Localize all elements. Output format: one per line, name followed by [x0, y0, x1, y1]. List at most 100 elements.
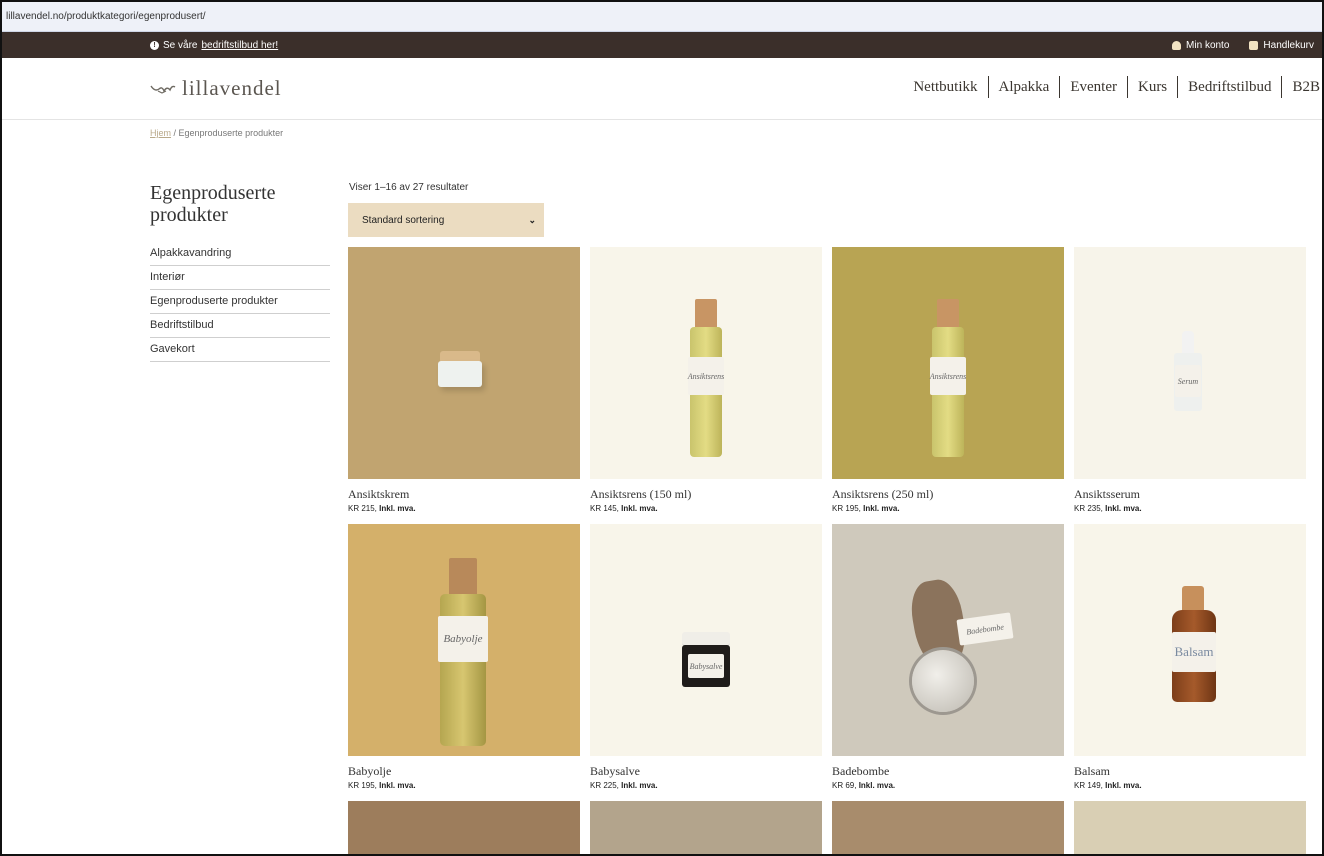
- price-value: KR 195,: [348, 781, 380, 790]
- cart-label: Handlekurv: [1263, 39, 1314, 51]
- product-image[interactable]: Babyolje: [348, 524, 580, 756]
- product-image-partial[interactable]: [1074, 801, 1306, 854]
- price-value: KR 145,: [590, 504, 622, 513]
- category-link-bedriftstilbud[interactable]: Bedriftstilbud: [150, 314, 330, 338]
- promo-message: ! Se våre bedriftstilbud her!: [150, 40, 278, 51]
- dropper-label-text: Serum: [1177, 376, 1199, 386]
- amber-label-text: Balsam: [1174, 644, 1214, 659]
- product-grid: Ansiktskrem KR 215, Inkl. mva. Ansiktsrens…: [348, 247, 1306, 854]
- bottle-label-text: Ansiktsrens: [929, 371, 967, 381]
- product-card[interactable]: Badebombe Badebombe KR 69, Inkl. mva.: [832, 524, 1064, 801]
- category-link-interior[interactable]: Interiør: [150, 266, 330, 290]
- promo-prefix: Se våre: [163, 39, 198, 51]
- product-image[interactable]: Ansiktsrens: [832, 247, 1064, 479]
- cart-link[interactable]: Handlekurv: [1249, 40, 1314, 51]
- promo-link[interactable]: bedriftstilbud her!: [201, 40, 278, 51]
- page-title: Egenproduserte produkter: [150, 182, 276, 226]
- jar-label: Babysalve: [688, 654, 724, 678]
- product-card[interactable]: Balsam Balsam KR 149, Inkl. mva.: [1074, 524, 1306, 801]
- product-name[interactable]: Badebombe: [832, 764, 1064, 779]
- bottle-cap: [449, 558, 477, 596]
- amber-label: Balsam: [1172, 632, 1216, 672]
- product-image[interactable]: [348, 247, 580, 479]
- bottle-cap: [937, 299, 959, 329]
- jar-label-text: Babysalve: [689, 661, 723, 671]
- category-link-alpakkavandring[interactable]: Alpakkavandring: [150, 242, 330, 266]
- product-name[interactable]: Babysalve: [590, 764, 822, 779]
- my-account-label: Min konto: [1186, 39, 1230, 51]
- bomb-tag: Badebombe: [956, 612, 1014, 646]
- product-name[interactable]: Balsam: [1074, 764, 1306, 779]
- sort-select[interactable]: Standard sortering ⌄: [348, 203, 544, 237]
- tax-note: Inkl. mva.: [621, 504, 658, 513]
- bottle-label: Ansiktsrens: [688, 357, 724, 395]
- my-account-link[interactable]: Min konto: [1172, 40, 1229, 51]
- breadcrumb-home-link[interactable]: Hjem: [150, 128, 171, 138]
- breadcrumb-current: Egenproduserte produkter: [178, 128, 284, 138]
- shopping-bag-icon: [1249, 40, 1259, 50]
- product-price: KR 145, Inkl. mva.: [590, 504, 822, 513]
- product-card[interactable]: Ansiktskrem KR 215, Inkl. mva.: [348, 247, 580, 524]
- product-price: KR 149, Inkl. mva.: [1074, 781, 1306, 790]
- tax-note: Inkl. mva.: [863, 504, 900, 513]
- category-link-gavekort[interactable]: Gavekort: [150, 338, 330, 362]
- price-value: KR 215,: [348, 504, 380, 513]
- main-navigation: Nettbutikk Alpakka Eventer Kurs Bedrifts…: [903, 76, 1322, 98]
- category-link-egenproduserte[interactable]: Egenproduserte produkter: [150, 290, 330, 314]
- nav-eventer[interactable]: Eventer: [1060, 79, 1127, 96]
- bottle-label-text: Babyolje: [443, 633, 483, 645]
- dropper-label: Serum: [1175, 365, 1201, 397]
- nav-alpakka[interactable]: Alpakka: [989, 79, 1060, 96]
- amber-cap: [1182, 586, 1204, 612]
- product-card[interactable]: Babysalve Babysalve KR 225, Inkl. mva.: [590, 524, 822, 801]
- bomb-tag-text: Badebombe: [965, 621, 1005, 637]
- site-header: lillavendel Nettbutikk Alpakka Eventer K…: [2, 58, 1322, 120]
- price-value: KR 225,: [590, 781, 622, 790]
- tax-note: Inkl. mva.: [858, 781, 896, 790]
- product-image-partial[interactable]: [590, 801, 822, 854]
- nav-nettbutikk[interactable]: Nettbutikk: [903, 79, 987, 96]
- product-name[interactable]: Ansiktsrens (250 ml): [832, 487, 1064, 502]
- address-bar[interactable]: lillavendel.no/produktkategori/egenprodu…: [2, 2, 1322, 32]
- product-price: KR 69, Inkl. mva.: [832, 781, 1064, 790]
- url-text: lillavendel.no/produktkategori/egenprodu…: [6, 11, 206, 22]
- product-name[interactable]: Ansiktsserum: [1074, 487, 1306, 502]
- product-name[interactable]: Babyolje: [348, 764, 580, 779]
- price-value: KR 195,: [832, 504, 864, 513]
- product-card[interactable]: Serum Ansiktsserum KR 235, Inkl. mva.: [1074, 247, 1306, 524]
- product-image-partial[interactable]: [348, 801, 580, 854]
- nav-bedriftstilbud[interactable]: Bedriftstilbud: [1178, 79, 1281, 96]
- price-value: KR 69,: [832, 781, 859, 790]
- account-links: Min konto Handlekurv: [1172, 40, 1314, 51]
- product-card[interactable]: Babyolje Babyolje KR 195, Inkl. mva.: [348, 524, 580, 801]
- nav-kurs[interactable]: Kurs: [1128, 79, 1177, 96]
- product-image[interactable]: Badebombe: [832, 524, 1064, 756]
- sort-selected-value: Standard sortering: [362, 214, 445, 226]
- price-value: KR 149,: [1074, 781, 1106, 790]
- product-image-partial[interactable]: [832, 801, 1064, 854]
- tax-note: Inkl. mva.: [379, 504, 416, 513]
- bottle-label-text: Ansiktsrens: [687, 371, 725, 381]
- product-price: KR 235, Inkl. mva.: [1074, 504, 1306, 513]
- info-icon: !: [150, 40, 159, 50]
- result-count: Viser 1–16 av 27 resultater: [349, 182, 469, 193]
- bomb-ball: [912, 650, 974, 712]
- product-name[interactable]: Ansiktskrem: [348, 487, 580, 502]
- product-image[interactable]: Balsam: [1074, 524, 1306, 756]
- jar-body: [438, 361, 482, 387]
- product-name[interactable]: Ansiktsrens (150 ml): [590, 487, 822, 502]
- product-image[interactable]: Ansiktsrens: [590, 247, 822, 479]
- tax-note: Inkl. mva.: [1105, 781, 1142, 790]
- category-list: Alpakkavandring Interiør Egenproduserte …: [150, 242, 330, 362]
- price-value: KR 235,: [1074, 504, 1106, 513]
- product-image[interactable]: Babysalve: [590, 524, 822, 756]
- bottle-cap: [695, 299, 717, 329]
- breadcrumb: Hjem / Egenproduserte produkter: [150, 128, 283, 138]
- site-logo[interactable]: lillavendel: [150, 76, 282, 101]
- nav-b2b[interactable]: B2B: [1282, 79, 1322, 96]
- user-icon: [1172, 40, 1182, 50]
- product-image[interactable]: Serum: [1074, 247, 1306, 479]
- product-card[interactable]: Ansiktsrens Ansiktsrens (250 ml) KR 195, I…: [832, 247, 1064, 524]
- product-card[interactable]: Ansiktsrens Ansiktsrens (150 ml) KR 145, I…: [590, 247, 822, 524]
- tax-note: Inkl. mva.: [1105, 504, 1142, 513]
